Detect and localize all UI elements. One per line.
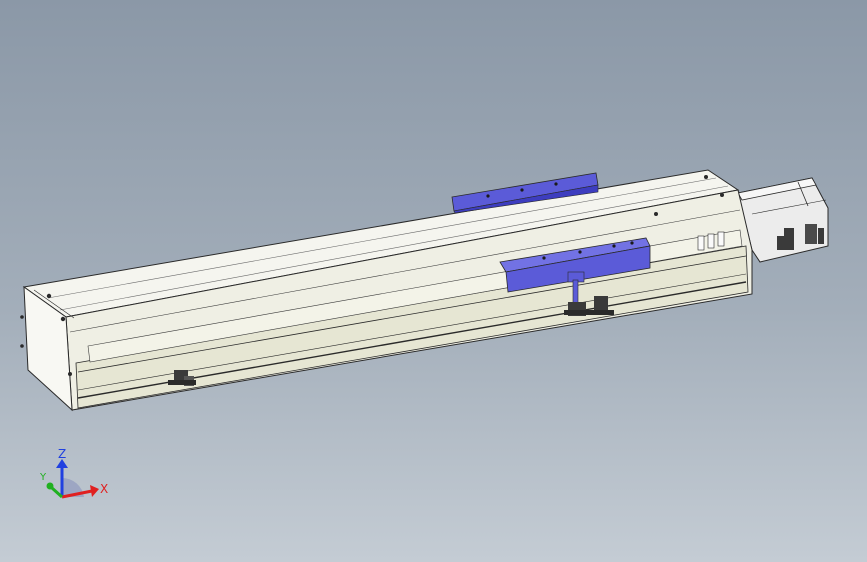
orientation-triad[interactable]: Z X Y [39, 447, 108, 499]
triad-x-label: X [100, 482, 108, 496]
triad-y-arrowhead [46, 482, 54, 490]
triad-x-arrowhead [90, 485, 99, 497]
triad-z-label: Z [58, 447, 66, 461]
triad-y-label: Y [39, 472, 47, 483]
cad-graphics-viewport[interactable]: Z X Y [0, 0, 867, 562]
linear-actuator-model[interactable]: Z X Y [0, 0, 867, 562]
